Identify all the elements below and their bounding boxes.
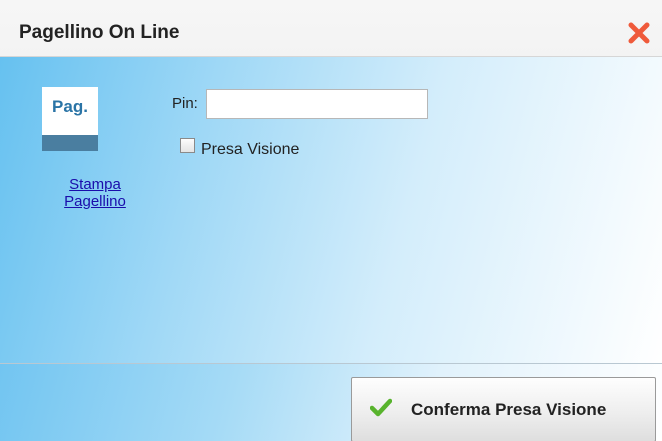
dialog-body: Pag. Stampa Pagellino Pin: Presa Visione: [0, 57, 662, 363]
pin-input[interactable]: [206, 89, 428, 119]
dialog-footer: Conferma Presa Visione: [0, 363, 662, 441]
link-line-1[interactable]: Stampa: [69, 176, 121, 193]
checkmark-icon: [369, 398, 393, 418]
presa-visione-checkbox[interactable]: [180, 138, 195, 153]
conferma-presa-visione-button[interactable]: Conferma Presa Visione: [351, 377, 656, 441]
report-card-icon-text: Pag.: [52, 97, 88, 116]
pagellino-dialog: Pagellino On Line Pag. Stampa Pagellino …: [0, 0, 662, 441]
close-icon[interactable]: [627, 21, 651, 45]
dialog-title: Pagellino On Line: [19, 22, 180, 43]
link-line-2[interactable]: Pagellino: [64, 193, 126, 210]
conferma-presa-visione-label: Conferma Presa Visione: [411, 400, 607, 419]
dialog-titlebar: Pagellino On Line: [0, 0, 662, 57]
presa-visione-label[interactable]: Presa Visione: [201, 141, 299, 159]
report-card-icon: Pag.: [42, 87, 98, 151]
pin-label: Pin:: [172, 95, 198, 112]
stampa-pagellino-label[interactable]: Stampa Pagellino: [30, 176, 160, 210]
